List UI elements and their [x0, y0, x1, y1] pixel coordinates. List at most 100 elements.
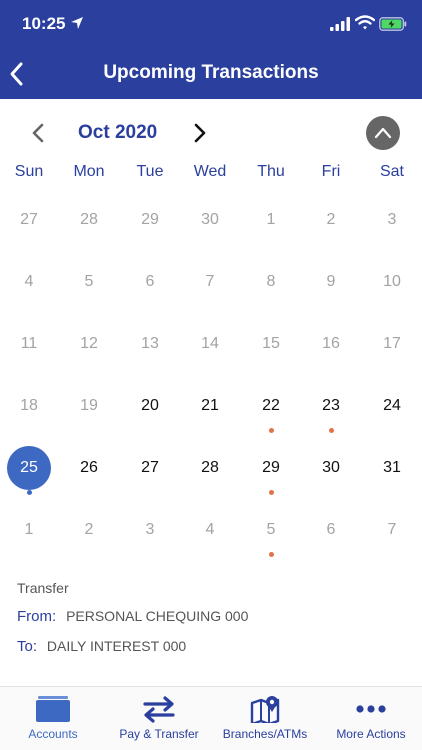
day-number: 10	[383, 273, 401, 290]
tab-accounts[interactable]: Accounts	[0, 687, 106, 750]
calendar-day[interactable]: 25	[0, 444, 59, 495]
calendar-day[interactable]: 29	[120, 196, 180, 246]
calendar-day[interactable]: 15	[241, 320, 301, 370]
calendar-day[interactable]: 4	[0, 258, 59, 308]
calendar-day[interactable]: 5	[59, 258, 119, 308]
more-dots-icon	[356, 705, 386, 713]
day-number: 3	[387, 211, 397, 228]
calendar-day[interactable]: 1	[0, 506, 59, 556]
calendar-day[interactable]: 27	[120, 444, 180, 494]
page-title: Upcoming Transactions	[103, 62, 319, 83]
battery-charging-icon	[379, 17, 407, 31]
calendar-day[interactable]: 22	[241, 382, 301, 433]
calendar-day[interactable]: 30	[301, 444, 361, 494]
weekday-wed: Wed	[193, 163, 227, 180]
wallet-icon	[36, 696, 70, 722]
calendar-day[interactable]: 5	[241, 506, 301, 557]
tab-label-branches-atms: Branches/ATMs	[222, 727, 308, 741]
calendar-day[interactable]: 28	[180, 444, 240, 494]
to-label: To:	[17, 638, 38, 655]
chevron-up-icon	[374, 127, 392, 139]
day-number: 28	[80, 211, 98, 228]
transaction-dot-indicator	[269, 490, 274, 495]
weekday-fri: Fri	[321, 163, 341, 180]
day-number: 4	[205, 521, 215, 538]
calendar-day[interactable]: 8	[241, 258, 301, 308]
calendar-day[interactable]: 18	[0, 382, 59, 432]
from-label: From:	[17, 608, 57, 625]
calendar-day[interactable]: 7	[362, 506, 422, 556]
calendar-day[interactable]: 6	[301, 506, 361, 556]
calendar-day[interactable]: 20	[120, 382, 180, 432]
day-number: 4	[24, 273, 34, 290]
calendar-day[interactable]: 28	[59, 196, 119, 246]
calendar-day[interactable]: 7	[180, 258, 240, 308]
calendar-day[interactable]: 31	[362, 444, 422, 494]
day-number: 12	[80, 335, 98, 352]
tab-more-actions[interactable]: More Actions	[318, 687, 422, 750]
map-pin-icon	[250, 696, 280, 723]
weekday-thu: Thu	[257, 163, 285, 180]
day-number: 18	[20, 397, 38, 414]
day-number: 28	[201, 459, 219, 476]
tab-label-pay-transfer: Pay & Transfer	[119, 727, 199, 741]
transaction-dot-indicator	[27, 490, 32, 495]
calendar-day[interactable]: 30	[180, 196, 240, 246]
day-number: 11	[20, 335, 38, 352]
calendar-day[interactable]: 13	[120, 320, 180, 370]
calendar-day[interactable]: 9	[301, 258, 361, 308]
calendar-day[interactable]: 21	[180, 382, 240, 432]
day-number: 30	[201, 211, 219, 228]
calendar-day[interactable]: 6	[120, 258, 180, 308]
day-number: 8	[266, 273, 276, 290]
day-number: 7	[387, 521, 397, 538]
calendar-day[interactable]: 26	[59, 444, 119, 494]
calendar-day[interactable]: 29	[241, 444, 301, 495]
calendar-day[interactable]: 3	[120, 506, 180, 556]
calendar-day[interactable]: 3	[362, 196, 422, 246]
day-number: 13	[141, 335, 159, 352]
signal-icon	[330, 17, 350, 31]
calendar-day[interactable]: 4	[180, 506, 240, 556]
calendar-day[interactable]: 23	[301, 382, 361, 433]
calendar-day[interactable]: 16	[301, 320, 361, 370]
day-number: 15	[262, 335, 280, 352]
location-arrow-icon	[71, 17, 83, 29]
next-month-chevron-icon[interactable]	[192, 122, 208, 144]
transfer-arrows-icon	[143, 696, 175, 723]
calendar-nav: Oct 2020	[0, 112, 422, 154]
transaction-to-row: To: DAILY INTEREST 000	[17, 638, 407, 656]
tab-branches-atms[interactable]: Branches/ATMs	[212, 687, 318, 750]
day-number: 2	[84, 521, 94, 538]
calendar-day[interactable]: 14	[180, 320, 240, 370]
month-label: Oct 2020	[78, 122, 158, 143]
tab-pay-transfer[interactable]: Pay & Transfer	[106, 687, 212, 750]
prev-month-chevron-icon[interactable]	[30, 122, 46, 144]
calendar-day[interactable]: 10	[362, 258, 422, 308]
calendar-day[interactable]: 11	[0, 320, 59, 370]
day-number: 5	[84, 273, 94, 290]
weekday-mon: Mon	[73, 163, 105, 180]
calendar-day[interactable]: 12	[59, 320, 119, 370]
calendar-day[interactable]: 24	[362, 382, 422, 432]
day-number: 19	[80, 397, 98, 414]
calendar-day[interactable]: 19	[59, 382, 119, 432]
status-bar: 10:25	[0, 0, 422, 50]
status-time: 10:25	[22, 14, 66, 33]
day-number: 23	[322, 397, 340, 414]
wifi-icon	[355, 15, 375, 30]
today-marker: 25	[7, 446, 51, 490]
calendar-day[interactable]: 17	[362, 320, 422, 370]
calendar-day[interactable]: 1	[241, 196, 301, 246]
day-number: 27	[141, 459, 159, 476]
weekday-sat: Sat	[379, 163, 404, 180]
transaction-type: Transfer	[17, 580, 69, 596]
day-number: 29	[141, 211, 159, 228]
weekday-tue: Tue	[136, 163, 164, 180]
day-number: 20	[141, 397, 159, 414]
calendar-day[interactable]: 2	[301, 196, 361, 246]
calendar-day[interactable]: 27	[0, 196, 59, 246]
day-number: 7	[205, 273, 215, 290]
collapse-calendar-button[interactable]	[366, 116, 400, 150]
calendar-day[interactable]: 2	[59, 506, 119, 556]
